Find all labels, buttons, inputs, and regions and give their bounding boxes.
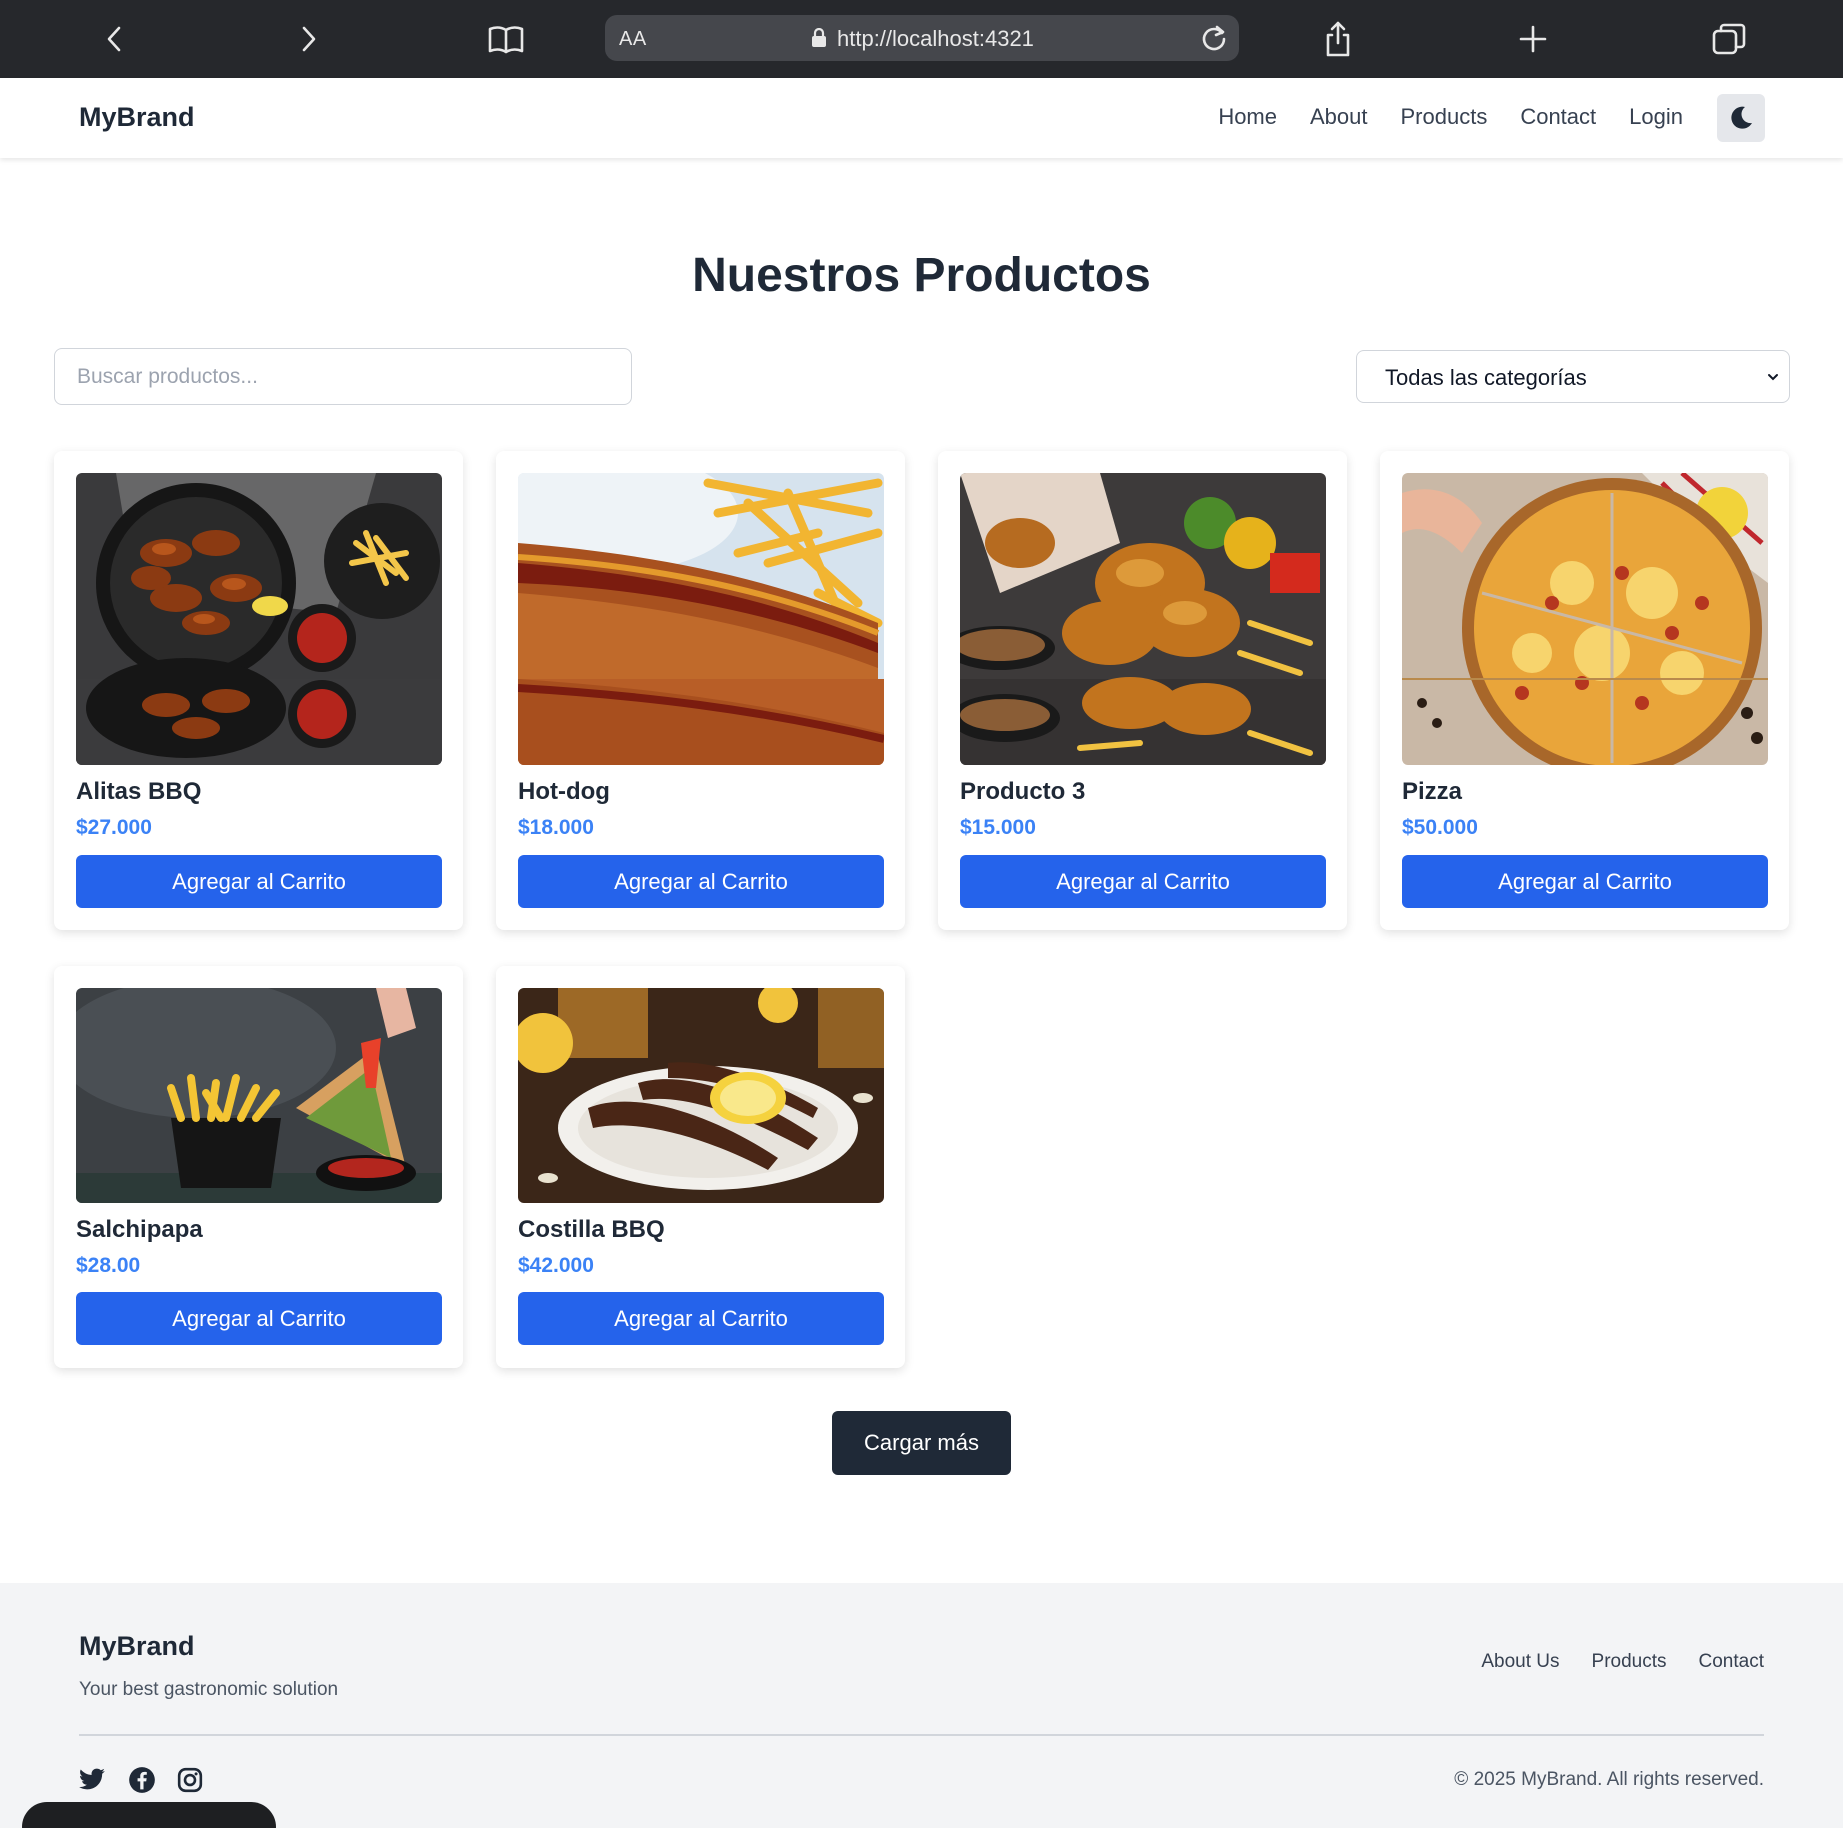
bbq-ribs-photo[interactable] bbox=[518, 988, 884, 1203]
dev-toolbar[interactable] bbox=[22, 1802, 276, 1828]
book-icon bbox=[488, 26, 524, 54]
moon-icon bbox=[1731, 106, 1752, 129]
share-icon bbox=[1326, 21, 1350, 57]
footer-tagline: Your best gastronomic solution bbox=[79, 1679, 339, 1700]
lock-icon bbox=[812, 28, 826, 47]
add-to-cart-button[interactable]: Agregar al Carrito bbox=[1402, 855, 1768, 908]
nav-products[interactable]: Products bbox=[1401, 104, 1488, 130]
footer-divider bbox=[79, 1734, 1764, 1736]
reload-icon[interactable] bbox=[1199, 23, 1229, 53]
nav-login[interactable]: Login bbox=[1629, 104, 1683, 130]
search-input[interactable] bbox=[54, 348, 632, 405]
product-card: Pizza $50.000 Agregar al Carrito bbox=[1380, 451, 1789, 930]
product-price: $42.000 bbox=[518, 1254, 594, 1277]
add-to-cart-button[interactable]: Agregar al Carrito bbox=[518, 1292, 884, 1345]
add-to-cart-button[interactable]: Agregar al Carrito bbox=[960, 855, 1326, 908]
tabs-icon bbox=[1712, 23, 1746, 55]
product-price: $18.000 bbox=[518, 816, 594, 839]
new-tab-button[interactable] bbox=[1507, 14, 1559, 64]
instagram-icon[interactable] bbox=[176, 1766, 204, 1794]
tabs-button[interactable] bbox=[1703, 14, 1755, 64]
footer-nav: About Us Products Contact bbox=[1449, 1651, 1764, 1673]
add-to-cart-button[interactable]: Agregar al Carrito bbox=[76, 855, 442, 908]
brand-logo[interactable]: MyBrand bbox=[79, 102, 195, 133]
product-card: Hot-dog $18.000 Agregar al Carrito bbox=[496, 451, 905, 930]
product-price: $15.000 bbox=[960, 816, 1036, 839]
footer-link-about[interactable]: About Us bbox=[1481, 1651, 1559, 1673]
footer-link-contact[interactable]: Contact bbox=[1699, 1651, 1764, 1673]
bbq-wings-photo[interactable] bbox=[76, 473, 442, 765]
browser-toolbar: AA http://localhost:4321 bbox=[0, 0, 1843, 78]
nav-home[interactable]: Home bbox=[1218, 104, 1277, 130]
text-size-label[interactable]: AA bbox=[619, 28, 647, 51]
category-select[interactable]: Todas las categorías bbox=[1356, 350, 1790, 403]
load-more-button[interactable]: Cargar más bbox=[832, 1411, 1011, 1475]
twitter-icon[interactable] bbox=[78, 1766, 106, 1794]
add-to-cart-button[interactable]: Agregar al Carrito bbox=[518, 855, 884, 908]
product-name: Hot-dog bbox=[518, 778, 610, 805]
chevron-down-icon bbox=[1768, 374, 1778, 381]
copyright-text: © 2025 MyBrand. All rights reserved. bbox=[1454, 1769, 1764, 1790]
chevron-right-icon bbox=[302, 26, 316, 52]
address-bar[interactable]: AA http://localhost:4321 bbox=[605, 15, 1239, 61]
product-price: $50.000 bbox=[1402, 816, 1478, 839]
add-to-cart-button[interactable]: Agregar al Carrito bbox=[76, 1292, 442, 1345]
fried-chicken-photo[interactable] bbox=[960, 473, 1326, 765]
product-name: Alitas BBQ bbox=[76, 778, 202, 805]
facebook-icon[interactable] bbox=[128, 1766, 156, 1794]
site-header: MyBrand Home About Products Contact Logi… bbox=[0, 78, 1843, 158]
footer-link-products[interactable]: Products bbox=[1592, 1651, 1667, 1673]
product-card: Salchipapa $28.00 Agregar al Carrito bbox=[54, 966, 463, 1368]
url-text: http://localhost:4321 bbox=[837, 26, 1034, 51]
theme-toggle-button[interactable] bbox=[1717, 94, 1765, 142]
reader-button[interactable] bbox=[480, 14, 532, 64]
product-card: Alitas BBQ $27.000 Agregar al Carrito bbox=[54, 451, 463, 930]
product-card: Costilla BBQ $42.000 Agregar al Carrito bbox=[496, 966, 905, 1368]
hot-dog-photo[interactable] bbox=[518, 473, 884, 765]
product-price: $28.00 bbox=[76, 1254, 141, 1277]
forward-button[interactable] bbox=[283, 14, 335, 64]
nav-about[interactable]: About bbox=[1310, 104, 1368, 130]
category-selected-value: Todas las categorías bbox=[1385, 365, 1587, 390]
product-card: Producto 3 $15.000 Agregar al Carrito bbox=[938, 451, 1347, 930]
chevron-left-icon bbox=[107, 26, 121, 52]
pizza-photo[interactable] bbox=[1402, 473, 1768, 765]
fries-photo[interactable] bbox=[76, 988, 442, 1203]
product-name: Salchipapa bbox=[76, 1216, 203, 1243]
share-button[interactable] bbox=[1312, 14, 1364, 64]
back-button[interactable] bbox=[88, 14, 140, 64]
product-name: Producto 3 bbox=[960, 778, 1086, 805]
product-price: $27.000 bbox=[76, 816, 152, 839]
product-name: Costilla BBQ bbox=[518, 1216, 665, 1243]
site-footer: MyBrand Your best gastronomic solution A… bbox=[0, 1583, 1843, 1828]
product-name: Pizza bbox=[1402, 778, 1463, 805]
page-title: Nuestros Productos bbox=[692, 249, 1151, 302]
plus-icon bbox=[1519, 25, 1547, 53]
footer-brand: MyBrand bbox=[79, 1631, 195, 1661]
nav-contact[interactable]: Contact bbox=[1520, 104, 1596, 130]
main-nav: Home About Products Contact Login bbox=[1185, 104, 1683, 130]
